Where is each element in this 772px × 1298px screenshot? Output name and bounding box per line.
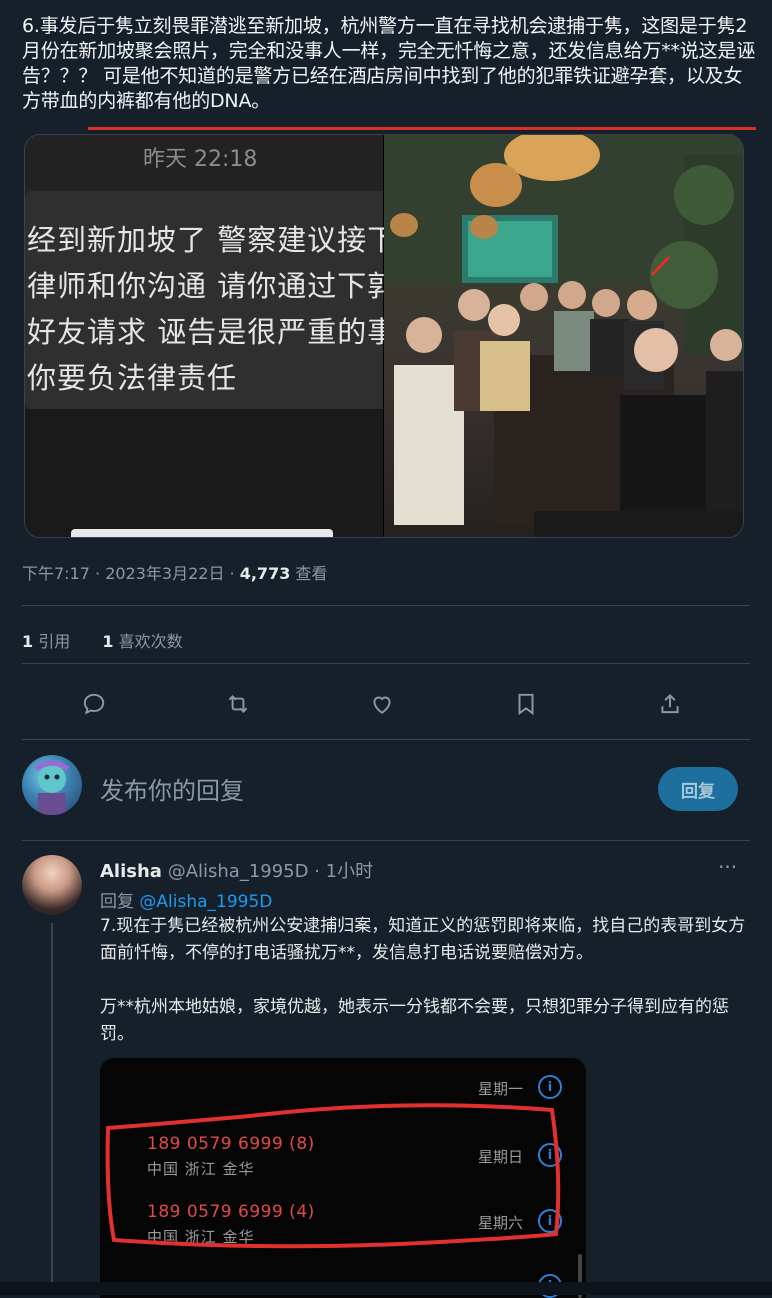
likes-stat[interactable]: 1 喜欢次数 <box>102 632 182 651</box>
tweet-timestamp[interactable]: 下午7:17 · 2023年3月22日 · <box>22 564 240 583</box>
reply-icon <box>83 693 105 715</box>
divider <box>22 739 750 740</box>
chat-home-indicator <box>71 529 333 537</box>
tweet-actions <box>22 684 750 724</box>
reply-time[interactable]: · 1小时 <box>309 861 373 882</box>
avatar[interactable] <box>22 855 82 915</box>
divider <box>22 663 750 664</box>
group-photo[interactable] <box>384 135 743 537</box>
red-circle-annotation <box>105 1103 561 1249</box>
chat-bubble: 经到新加坡了 警察建议接下 律师和你沟通 请你通过下郭 好友请求 诬告是很严重的… <box>25 191 396 409</box>
chat-screenshot[interactable]: 昨天 22:18 经到新加坡了 警察建议接下 律师和你沟通 请你通过下郭 好友请… <box>25 135 396 537</box>
compose-reply: 发布你的回复 回复 <box>22 755 750 825</box>
red-underline-annotation <box>88 127 756 130</box>
author-handle[interactable]: @Alisha_1995D <box>168 861 309 882</box>
chat-timestamp: 昨天 22:18 <box>143 147 258 172</box>
tweet-meta: 下午7:17 · 2023年3月22日 · 4,773 查看 <box>22 560 327 584</box>
likes-count: 1 <box>102 632 114 651</box>
replying-to-handle[interactable]: @Alisha_1995D <box>139 892 272 912</box>
retweet-icon <box>228 695 248 713</box>
views-label: 查看 <box>290 564 328 583</box>
divider <box>22 840 750 841</box>
chat-line: 经到新加坡了 警察建议接下 <box>27 223 398 257</box>
likes-label: 喜欢次数 <box>113 632 183 651</box>
reply-button[interactable] <box>74 684 114 724</box>
views-count: 4,773 <box>239 564 291 583</box>
bookmark-icon <box>518 693 534 716</box>
call-log-image[interactable]: 星期一 i 189 0579 6999 (8) 中国 浙江 金华 星期日 i 1… <box>100 1058 586 1298</box>
divider <box>22 605 750 606</box>
reply-text: 7.现在于隽已经被杭州公安逮捕归案，知道正义的惩罚即将来临，找自己的表哥到女方面… <box>100 913 750 1048</box>
retweet-button[interactable] <box>218 684 258 724</box>
tweet-stats: 1 引用 1 喜欢次数 <box>22 628 183 652</box>
reply-input[interactable]: 发布你的回复 <box>100 771 244 806</box>
like-icon <box>373 696 391 714</box>
avatar[interactable] <box>22 755 82 815</box>
bottom-edge <box>0 1282 772 1295</box>
avatar-illustration <box>34 760 70 815</box>
bookmark-button[interactable] <box>506 684 546 724</box>
replying-to-label: 回复 <box>100 892 140 912</box>
tweet-text: 6.事发后于隽立刻畏罪潜逃至新加坡，杭州警方一直在寻找机会逮捕于隽，这图是于隽2… <box>22 15 756 112</box>
group-photo-illustration <box>384 135 743 537</box>
quotes-stat[interactable]: 1 引用 <box>22 632 70 651</box>
replying-to: 回复 @Alisha_1995D <box>100 887 272 912</box>
chat-footer <box>25 409 383 537</box>
quotes-count: 1 <box>22 632 34 651</box>
share-icon <box>661 693 679 714</box>
chat-line: 律师和你沟通 请你通过下郭 <box>27 269 398 303</box>
chat-line: 你要负法律责任 <box>27 361 238 395</box>
reply-paragraph: 7.现在于隽已经被杭州公安逮捕归案，知道正义的惩罚即将来临，找自己的表哥到女方面… <box>100 916 746 963</box>
share-button[interactable] <box>650 684 690 724</box>
reply-paragraph: 万**杭州本地姑娘，家境优越，她表示一分钱都不会要，只想犯罪分子得到应有的惩罚。 <box>100 997 729 1044</box>
more-options-icon[interactable]: ··· <box>718 855 737 879</box>
like-button[interactable] <box>362 684 402 724</box>
quotes-label: 引用 <box>33 632 71 651</box>
chat-line: 好友请求 诬告是很严重的事 <box>27 315 398 349</box>
thread-line <box>51 923 53 1283</box>
reply-header: Alisha @Alisha_1995D · 1小时 <box>100 857 373 883</box>
author-name[interactable]: Alisha <box>100 861 162 882</box>
reply-submit-button[interactable]: 回复 <box>658 767 738 811</box>
tweet-media[interactable]: 昨天 22:18 经到新加坡了 警察建议接下 律师和你沟通 请你通过下郭 好友请… <box>24 134 744 538</box>
